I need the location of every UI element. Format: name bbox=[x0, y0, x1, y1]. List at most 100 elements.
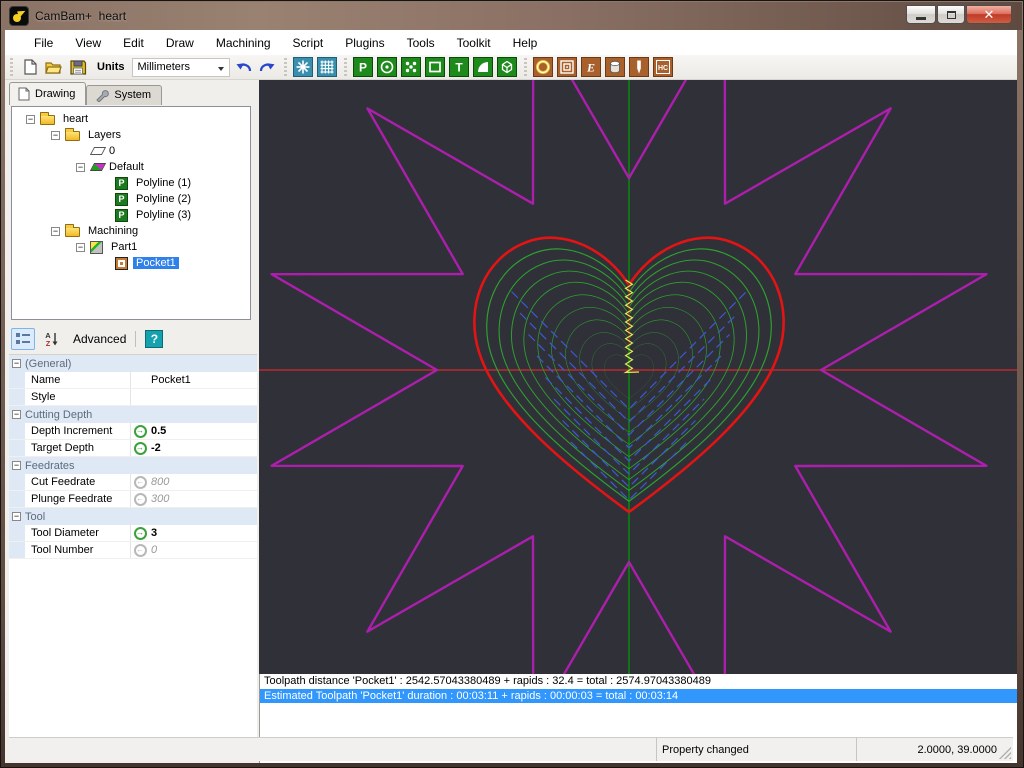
part-icon bbox=[90, 241, 103, 254]
pocket-toolpath-button[interactable] bbox=[557, 57, 578, 78]
tree-item-polyline-1-[interactable]: PPolyline (1) bbox=[12, 175, 250, 191]
property-category-tool[interactable]: −Tool bbox=[9, 508, 257, 525]
close-button[interactable]: ✕ bbox=[966, 5, 1012, 24]
toolbar-grip[interactable] bbox=[343, 58, 348, 76]
open-folder-icon bbox=[44, 58, 63, 76]
property-row-plunge-feedrate[interactable]: Plunge Feedrate←300 bbox=[9, 491, 257, 508]
tree-item-polyline-3-[interactable]: PPolyline (3) bbox=[12, 207, 250, 223]
property-label: Tool Number bbox=[25, 542, 131, 558]
help-button[interactable]: ? bbox=[145, 330, 163, 348]
tree-item-part1[interactable]: −Part1 bbox=[12, 239, 250, 255]
category-expander-icon[interactable]: − bbox=[12, 410, 21, 419]
property-row-style[interactable]: Style bbox=[9, 389, 257, 406]
tab-drawing-label: Drawing bbox=[35, 88, 75, 100]
draw-points-button[interactable] bbox=[401, 57, 422, 78]
engrave-toolpath-button[interactable]: E bbox=[581, 57, 602, 78]
grid-toggle-button[interactable] bbox=[317, 57, 338, 78]
property-value[interactable]: Pocket1 bbox=[149, 372, 257, 388]
property-value[interactable]: 800 bbox=[149, 474, 257, 490]
menu-item-draw[interactable]: Draw bbox=[155, 32, 205, 54]
menu-item-script[interactable]: Script bbox=[282, 32, 335, 54]
tree-expander-icon[interactable]: − bbox=[76, 243, 85, 252]
menu-item-file[interactable]: File bbox=[23, 32, 64, 54]
tree-item-pocket1[interactable]: Pocket1 bbox=[12, 255, 250, 271]
property-value[interactable]: 0.5 bbox=[149, 423, 257, 439]
toolbar-grip[interactable] bbox=[283, 58, 288, 76]
category-expander-icon[interactable]: − bbox=[12, 359, 21, 368]
units-combobox[interactable]: Millimeters bbox=[132, 58, 230, 77]
tree-item-default[interactable]: −Default bbox=[12, 159, 250, 175]
alphabetical-sort-button[interactable]: AZ bbox=[41, 328, 63, 350]
save-file-button[interactable] bbox=[67, 57, 88, 78]
maximize-button[interactable] bbox=[937, 5, 965, 24]
polyline-icon: P bbox=[115, 193, 128, 206]
property-row-tool-diameter[interactable]: Tool Diameter→3 bbox=[9, 525, 257, 542]
heightcutter-button[interactable]: HC bbox=[653, 57, 674, 78]
property-value[interactable]: -2 bbox=[149, 440, 257, 456]
arc-icon bbox=[473, 57, 493, 77]
property-row-name[interactable]: NamePocket1 bbox=[9, 372, 257, 389]
tree-item-0[interactable]: 0 bbox=[12, 143, 250, 159]
menu-item-help[interactable]: Help bbox=[502, 32, 549, 54]
undo-button[interactable] bbox=[233, 57, 254, 78]
draw-rectangle-button[interactable] bbox=[425, 57, 446, 78]
tree-item-layers[interactable]: − Layers bbox=[12, 127, 250, 143]
rectangle-icon bbox=[425, 57, 445, 77]
menu-item-edit[interactable]: Edit bbox=[112, 32, 155, 54]
new-file-icon bbox=[21, 58, 39, 76]
property-row-cut-feedrate[interactable]: Cut Feedrate←800 bbox=[9, 474, 257, 491]
menu-item-toolkit[interactable]: Toolkit bbox=[446, 32, 502, 54]
redo-button[interactable] bbox=[257, 57, 278, 78]
cad-viewport[interactable] bbox=[259, 80, 1017, 674]
toolbar-grip[interactable] bbox=[523, 58, 528, 76]
tree-expander-icon[interactable]: − bbox=[51, 227, 60, 236]
tree-expander-icon[interactable]: − bbox=[26, 115, 35, 124]
draw-text-button[interactable]: T bbox=[449, 57, 470, 78]
menu-item-plugins[interactable]: Plugins bbox=[334, 32, 395, 54]
tree-item-label: Layers bbox=[85, 129, 124, 141]
tree-item-heart[interactable]: −heart bbox=[12, 111, 250, 127]
category-expander-icon[interactable]: − bbox=[12, 512, 21, 521]
menu-item-tools[interactable]: Tools bbox=[396, 32, 446, 54]
property-row-tool-number[interactable]: Tool Number←0 bbox=[9, 542, 257, 559]
snap-points-button[interactable] bbox=[293, 57, 314, 78]
property-category-cutting-depth[interactable]: −Cutting Depth bbox=[9, 406, 257, 423]
draw-circle-button[interactable] bbox=[377, 57, 398, 78]
draw-arc-button[interactable] bbox=[473, 57, 494, 78]
tree-expander-icon[interactable]: − bbox=[76, 163, 85, 172]
points-icon bbox=[401, 57, 421, 77]
tab-system[interactable]: System bbox=[86, 85, 162, 105]
advanced-button[interactable]: Advanced bbox=[73, 332, 126, 346]
toolpath-duration-message[interactable]: Estimated Toolpath 'Pocket1' duration : … bbox=[260, 689, 1017, 704]
minimize-button[interactable] bbox=[906, 5, 936, 24]
property-category--general-[interactable]: −(General) bbox=[9, 355, 257, 372]
property-value[interactable]: 3 bbox=[149, 525, 257, 541]
lathe-toolpath-button[interactable] bbox=[629, 57, 650, 78]
property-category-feedrates[interactable]: −Feedrates bbox=[9, 457, 257, 474]
draw-surface-button[interactable] bbox=[497, 57, 518, 78]
menu-item-machining[interactable]: Machining bbox=[205, 32, 282, 54]
tree-item-machining[interactable]: −Machining bbox=[12, 223, 250, 239]
property-gutter bbox=[9, 372, 25, 388]
property-value[interactable]: 0 bbox=[149, 542, 257, 558]
property-row-depth-increment[interactable]: Depth Increment→0.5 bbox=[9, 423, 257, 440]
tree-expander-icon[interactable]: − bbox=[51, 131, 60, 140]
category-expander-icon[interactable]: − bbox=[12, 461, 21, 470]
property-row-target-depth[interactable]: Target Depth→-2 bbox=[9, 440, 257, 457]
svg-text:P: P bbox=[359, 61, 367, 75]
categorized-view-button[interactable] bbox=[11, 328, 35, 350]
property-value[interactable]: 300 bbox=[149, 491, 257, 507]
tab-drawing[interactable]: Drawing bbox=[9, 82, 86, 105]
toolbar-grip[interactable] bbox=[9, 58, 14, 76]
draw-polyline-button[interactable]: P bbox=[353, 57, 374, 78]
open-file-button[interactable] bbox=[43, 57, 64, 78]
profile-toolpath-button[interactable] bbox=[533, 57, 554, 78]
menu-item-view[interactable]: View bbox=[64, 32, 112, 54]
tree-item-polyline-2-[interactable]: PPolyline (2) bbox=[12, 191, 250, 207]
svg-text:E: E bbox=[586, 61, 595, 75]
title-bar[interactable]: CamBam+ heart ✕ bbox=[2, 2, 1022, 30]
new-file-button[interactable] bbox=[19, 57, 40, 78]
property-value[interactable] bbox=[149, 389, 257, 405]
resize-grip[interactable] bbox=[999, 747, 1011, 759]
drill-toolpath-button[interactable] bbox=[605, 57, 626, 78]
